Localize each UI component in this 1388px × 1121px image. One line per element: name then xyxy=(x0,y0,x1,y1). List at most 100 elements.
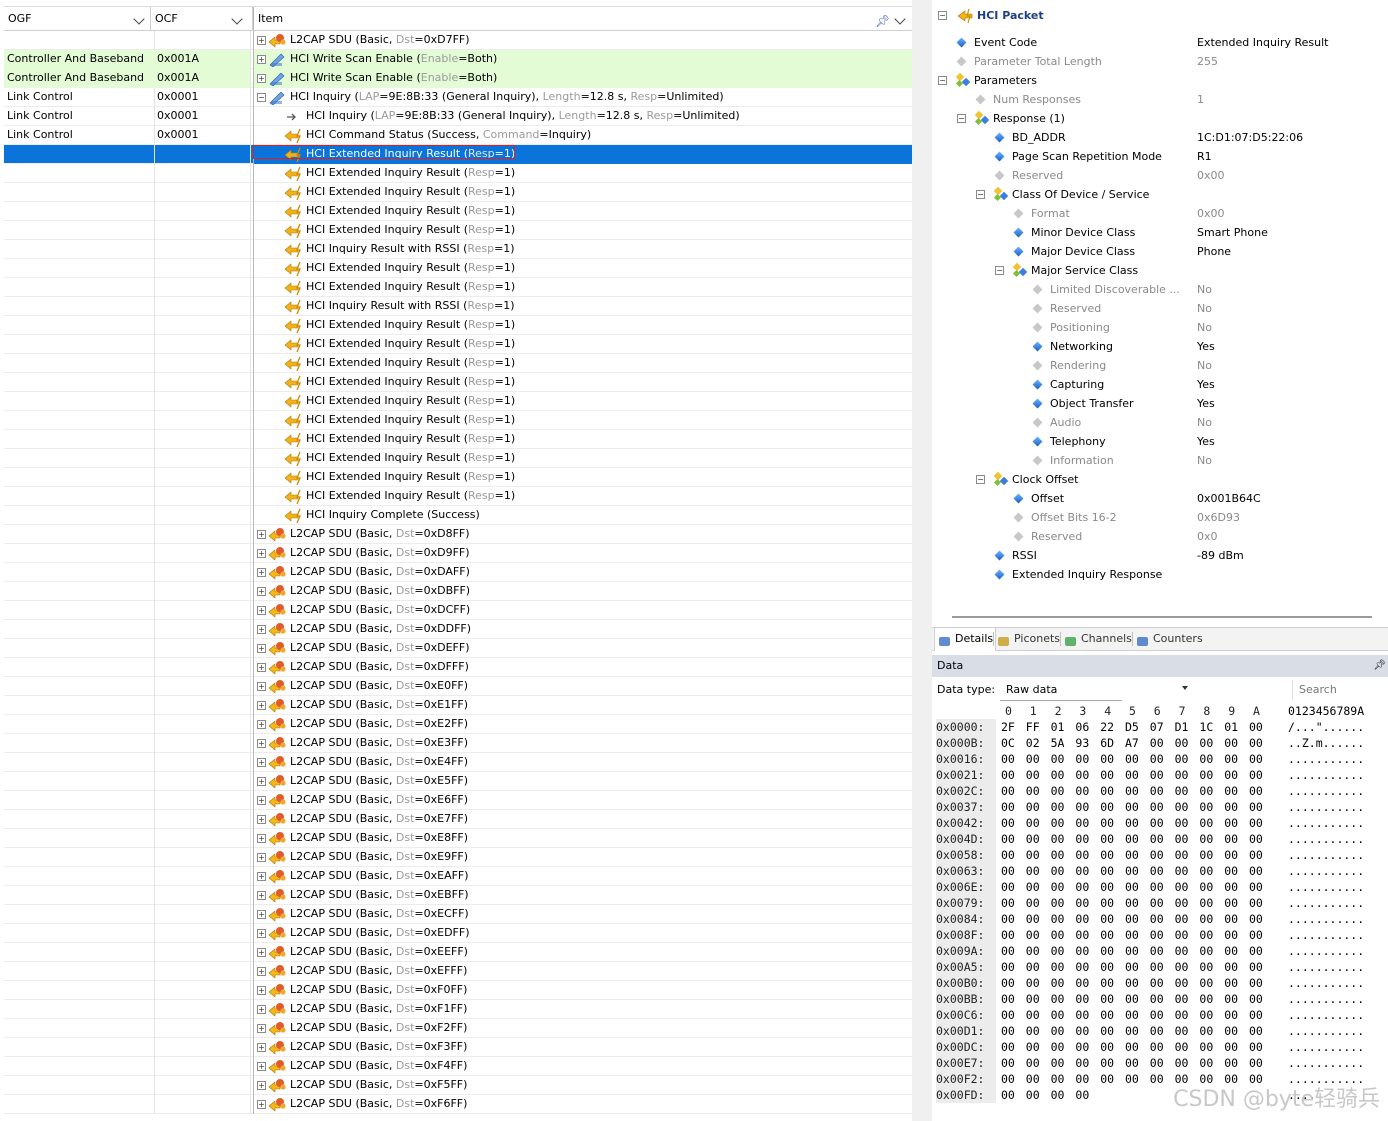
hex-byte[interactable]: 00 xyxy=(1100,1007,1114,1023)
expand-toggle[interactable]: + xyxy=(257,1100,266,1109)
collapse-toggle[interactable]: − xyxy=(938,11,947,20)
search-input[interactable]: Search xyxy=(1292,680,1388,700)
hex-byte[interactable]: 00 xyxy=(1224,959,1238,975)
hex-byte[interactable]: 00 xyxy=(1224,815,1238,831)
hex-byte[interactable]: 00 xyxy=(1075,767,1089,783)
hex-byte[interactable]: 00 xyxy=(1001,927,1015,943)
hex-byte[interactable]: 00 xyxy=(1249,863,1263,879)
hex-byte[interactable]: 00 xyxy=(1199,767,1213,783)
hex-byte[interactable]: 00 xyxy=(1150,879,1164,895)
packet-row[interactable]: + L2CAP SDU (Basic, Dst=0xDAFF) xyxy=(4,563,912,582)
hex-byte[interactable]: 00 xyxy=(1001,815,1015,831)
expand-toggle[interactable]: + xyxy=(257,530,266,539)
hex-byte[interactable]: 00 xyxy=(1125,847,1139,863)
hex-byte[interactable]: 00 xyxy=(1051,1007,1065,1023)
hex-byte[interactable]: 00 xyxy=(1224,975,1238,991)
hex-byte[interactable]: 00 xyxy=(1249,815,1263,831)
hex-byte[interactable]: 00 xyxy=(1001,1055,1015,1071)
hex-byte[interactable]: 00 xyxy=(1150,751,1164,767)
details-row[interactable]: Offset Bits 16-2 0x6D93 xyxy=(932,508,1388,527)
hex-byte[interactable]: 00 xyxy=(1026,847,1040,863)
hex-byte[interactable]: 2F xyxy=(1001,719,1015,735)
hex-byte[interactable]: 00 xyxy=(1249,943,1263,959)
hex-byte[interactable]: 00 xyxy=(1125,767,1139,783)
packet-row[interactable]: + L2CAP SDU (Basic, Dst=0xE4FF) xyxy=(4,753,912,772)
dropdown-arrow-icon[interactable] xyxy=(1182,686,1188,690)
packet-row[interactable]: + L2CAP SDU (Basic, Dst=0xE3FF) xyxy=(4,734,912,753)
packet-row[interactable]: + L2CAP SDU (Basic, Dst=0xF5FF) xyxy=(4,1076,912,1095)
hex-byte[interactable]: 00 xyxy=(1199,911,1213,927)
hex-byte[interactable]: 00 xyxy=(1051,943,1065,959)
expand-toggle[interactable]: + xyxy=(257,929,266,938)
hex-byte[interactable]: 00 xyxy=(1075,863,1089,879)
packet-row[interactable]: + L2CAP SDU (Basic, Dst=0xE8FF) xyxy=(4,829,912,848)
hex-byte[interactable]: D1 xyxy=(1175,719,1189,735)
hex-byte[interactable]: 07 xyxy=(1150,719,1164,735)
hex-byte[interactable]: 00 xyxy=(1051,767,1065,783)
hex-byte[interactable]: 00 xyxy=(1075,783,1089,799)
packet-row[interactable]: Link Control 0x0001− HCI Inquiry (LAP=9E:8… xyxy=(4,88,912,107)
hex-byte[interactable]: 00 xyxy=(1125,879,1139,895)
hex-byte[interactable]: 00 xyxy=(1026,1039,1040,1055)
hex-byte[interactable]: 00 xyxy=(1175,943,1189,959)
hex-byte[interactable]: 00 xyxy=(1001,783,1015,799)
hex-byte[interactable]: 00 xyxy=(1175,927,1189,943)
hex-byte[interactable]: 00 xyxy=(1001,847,1015,863)
hex-byte[interactable]: 00 xyxy=(1249,735,1263,751)
hex-byte[interactable]: 00 xyxy=(1199,799,1213,815)
hex-byte[interactable]: 00 xyxy=(1001,911,1015,927)
hex-byte[interactable]: 00 xyxy=(1150,1039,1164,1055)
hex-byte[interactable]: 00 xyxy=(1125,1055,1139,1071)
expand-toggle[interactable]: + xyxy=(257,910,266,919)
details-row[interactable]: − Major Service Class xyxy=(932,261,1388,280)
hex-byte[interactable]: 00 xyxy=(1026,1023,1040,1039)
details-row[interactable]: Audio No xyxy=(932,413,1388,432)
hex-byte[interactable]: 00 xyxy=(1051,1055,1065,1071)
packet-row[interactable]: Link Control 0x0001 HCI Command Status (Su… xyxy=(4,126,912,145)
expand-toggle[interactable]: + xyxy=(257,701,266,710)
collapse-toggle[interactable]: − xyxy=(257,93,266,102)
hex-byte[interactable]: 00 xyxy=(1150,927,1164,943)
packet-row[interactable]: + L2CAP SDU (Basic, Dst=0xEFFF) xyxy=(4,962,912,981)
expand-toggle[interactable]: + xyxy=(257,1062,266,1071)
hex-byte[interactable]: FF xyxy=(1026,719,1040,735)
hex-byte[interactable]: 00 xyxy=(1100,927,1114,943)
hex-byte[interactable]: 00 xyxy=(1051,959,1065,975)
hex-byte[interactable]: 00 xyxy=(1100,815,1114,831)
hex-byte[interactable]: 00 xyxy=(1175,767,1189,783)
details-row[interactable]: Rendering No xyxy=(932,356,1388,375)
expand-toggle[interactable]: + xyxy=(257,853,266,862)
hex-byte[interactable]: 00 xyxy=(1199,847,1213,863)
hex-byte[interactable]: 00 xyxy=(1075,1087,1089,1103)
packet-row[interactable]: + L2CAP SDU (Basic, Dst=0xEEFF) xyxy=(4,943,912,962)
hex-byte[interactable]: 00 xyxy=(1224,927,1238,943)
packet-row[interactable]: + L2CAP SDU (Basic, Dst=0xE7FF) xyxy=(4,810,912,829)
hex-byte[interactable]: 00 xyxy=(1224,863,1238,879)
hex-byte[interactable]: 00 xyxy=(1051,879,1065,895)
hex-byte[interactable]: 00 xyxy=(1051,975,1065,991)
details-row[interactable]: − Clock Offset xyxy=(932,470,1388,489)
hex-byte[interactable]: 00 xyxy=(1150,815,1164,831)
details-row[interactable]: Parameter Total Length 255 xyxy=(932,52,1388,71)
details-row[interactable]: BD_ADDR 1C:D1:07:D5:22:06 xyxy=(932,128,1388,147)
hex-byte[interactable]: 00 xyxy=(1051,799,1065,815)
chevron-down-icon[interactable] xyxy=(133,13,145,25)
expand-toggle[interactable]: + xyxy=(257,625,266,634)
hex-byte[interactable]: 00 xyxy=(1125,1007,1139,1023)
details-row[interactable]: RSSI -89 dBm xyxy=(932,546,1388,565)
hex-byte[interactable]: 00 xyxy=(1001,879,1015,895)
hex-byte[interactable]: 00 xyxy=(1100,799,1114,815)
hex-byte[interactable]: 00 xyxy=(1224,751,1238,767)
hex-byte[interactable]: 00 xyxy=(1051,783,1065,799)
hex-byte[interactable]: 00 xyxy=(1026,1055,1040,1071)
details-row[interactable]: Reserved 0x00 xyxy=(932,166,1388,185)
hex-byte[interactable]: 00 xyxy=(1026,879,1040,895)
hex-byte[interactable]: 00 xyxy=(1026,943,1040,959)
packet-row[interactable]: HCI Extended Inquiry Result (Resp=1) xyxy=(4,221,912,240)
details-row[interactable]: Minor Device Class Smart Phone xyxy=(932,223,1388,242)
hex-byte[interactable]: 00 xyxy=(1100,751,1114,767)
hex-byte[interactable]: 00 xyxy=(1125,991,1139,1007)
expand-toggle[interactable]: + xyxy=(257,1005,266,1014)
expand-toggle[interactable]: + xyxy=(257,720,266,729)
packet-row[interactable]: + L2CAP SDU (Basic, Dst=0xEBFF) xyxy=(4,886,912,905)
